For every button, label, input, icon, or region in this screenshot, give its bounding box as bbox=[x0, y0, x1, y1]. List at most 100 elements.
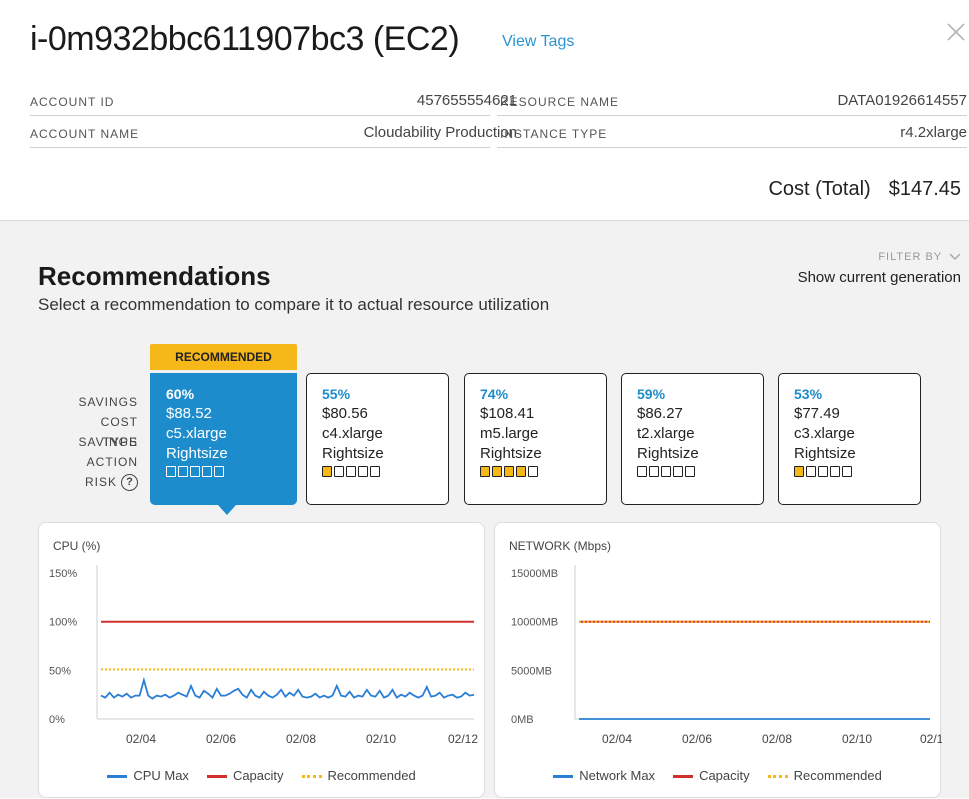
legend-item: Recommended bbox=[767, 768, 882, 783]
legend-item: Network Max bbox=[553, 768, 655, 783]
savings-value: 55% bbox=[322, 386, 351, 402]
cost-savings-value: $86.27 bbox=[637, 405, 683, 422]
risk-box bbox=[346, 466, 356, 477]
y-tick-label: 15000MB bbox=[511, 568, 558, 580]
recommendation-card[interactable]: 60% $88.52 c5.xlarge Rightsize bbox=[150, 373, 297, 505]
x-tick-label: 02/04 bbox=[602, 732, 632, 746]
cpu-chart-legend: CPU Max Capacity Recommended bbox=[39, 768, 484, 783]
risk-box bbox=[673, 466, 683, 477]
risk-box bbox=[166, 466, 176, 477]
row-label-savings: SAVINGS bbox=[78, 395, 138, 409]
y-tick-label: 100% bbox=[49, 617, 77, 629]
x-tick-label: 02/12 bbox=[920, 732, 942, 746]
savings-value: 59% bbox=[637, 386, 666, 402]
y-tick-label: 10000MB bbox=[511, 617, 558, 629]
divider bbox=[497, 147, 967, 148]
risk-box bbox=[202, 466, 212, 477]
instance-type-value: c3.xlarge bbox=[794, 425, 855, 442]
action-value: Rightsize bbox=[794, 445, 856, 462]
instance-type-label: INSTANCE TYPE bbox=[500, 127, 608, 141]
legend-item: Recommended bbox=[301, 768, 416, 783]
cpu-chart-panel: CPU (%) 150% 100% 50% 0% 02/04 02/06 02/08 02/1… bbox=[38, 522, 485, 798]
risk-box bbox=[370, 466, 380, 477]
action-value: Rightsize bbox=[480, 445, 542, 462]
cost-savings-value: $77.49 bbox=[794, 405, 840, 422]
legend-label: Capacity bbox=[232, 768, 284, 783]
resource-title: i-0m932bbc611907bc3 (EC2) bbox=[30, 20, 460, 58]
legend-item: Capacity bbox=[206, 768, 284, 783]
risk-box bbox=[322, 466, 332, 477]
row-labels: SAVINGS COST SAVINGS TYPE ACTION RISK? bbox=[38, 392, 138, 492]
recommendation-card[interactable]: 74% $108.41 m5.large Rightsize bbox=[464, 373, 607, 505]
network-chart-legend: Network Max Capacity Recommended bbox=[495, 768, 940, 783]
legend-swatch bbox=[301, 775, 322, 779]
account-name-label: ACCOUNT NAME bbox=[30, 127, 140, 141]
network-chart-panel: NETWORK (Mbps) 15000MB 10000MB 5000MB 0MB 02… bbox=[494, 522, 942, 798]
close-icon[interactable] bbox=[944, 20, 968, 44]
cost-savings-value: $88.52 bbox=[166, 405, 212, 422]
y-tick-label: 5000MB bbox=[511, 665, 552, 677]
y-tick-label: 50% bbox=[49, 665, 71, 677]
savings-value: 53% bbox=[794, 386, 823, 402]
risk-box bbox=[661, 466, 671, 477]
risk-box bbox=[504, 466, 514, 477]
instance-type-value: c5.xlarge bbox=[166, 425, 227, 442]
divider bbox=[497, 115, 967, 116]
y-tick-label: 0MB bbox=[511, 714, 534, 726]
resource-name-label: RESOURCE NAME bbox=[500, 95, 620, 109]
instance-type-value: m5.large bbox=[480, 425, 539, 442]
risk-box bbox=[637, 466, 647, 477]
risk-meter bbox=[794, 466, 920, 477]
legend-label: Recommended bbox=[327, 768, 416, 783]
risk-box bbox=[190, 466, 200, 477]
action-value: Rightsize bbox=[637, 445, 699, 462]
x-tick-label: 02/08 bbox=[762, 732, 792, 746]
legend-swatch bbox=[767, 775, 788, 779]
legend-item: Capacity bbox=[673, 768, 750, 783]
row-label-cost-savings: COST SAVINGS bbox=[78, 415, 138, 449]
total-cost: Cost (Total) $147.45 bbox=[768, 178, 961, 201]
divider bbox=[30, 147, 490, 148]
view-tags-link[interactable]: View Tags bbox=[502, 33, 574, 51]
x-tick-label: 02/06 bbox=[206, 732, 236, 746]
network-chart: 15000MB 10000MB 5000MB 0MB 02/04 02/06 02/08 02… bbox=[511, 565, 942, 746]
recommendation-card[interactable]: 55% $80.56 c4.xlarge Rightsize bbox=[306, 373, 449, 505]
instance-type-value: t2.xlarge bbox=[637, 425, 695, 442]
x-tick-label: 02/06 bbox=[682, 732, 712, 746]
filter-value[interactable]: Show current generation bbox=[798, 269, 961, 286]
legend-label: Recommended bbox=[793, 768, 882, 783]
x-tick-label: 02/10 bbox=[366, 732, 396, 746]
legend-swatch bbox=[673, 775, 694, 779]
legend-swatch bbox=[107, 775, 128, 779]
instance-type-value: r4.2xlarge bbox=[900, 124, 967, 141]
recommended-badge: RECOMMENDED bbox=[150, 344, 297, 370]
row-label-risk-wrap: RISK? bbox=[38, 472, 138, 492]
help-icon[interactable]: ? bbox=[121, 474, 138, 492]
recommendation-card[interactable]: 59% $86.27 t2.xlarge Rightsize bbox=[621, 373, 764, 505]
filter-by-dropdown[interactable]: FILTER BY bbox=[878, 251, 961, 263]
savings-value: 74% bbox=[480, 386, 509, 402]
risk-meter bbox=[322, 466, 448, 477]
row-label-risk: RISK bbox=[84, 475, 117, 489]
cpu-chart: 150% 100% 50% 0% 02/04 02/06 02/08 02/10 02/12 bbox=[49, 565, 478, 746]
row-label-action: ACTION bbox=[86, 455, 138, 469]
risk-box bbox=[794, 466, 804, 477]
instance-type-value: c4.xlarge bbox=[322, 425, 383, 442]
selected-pointer bbox=[218, 505, 236, 515]
divider bbox=[30, 115, 490, 116]
info-row-2: ACCOUNT NAME Cloudability Production INS… bbox=[30, 118, 967, 148]
risk-meter bbox=[637, 466, 763, 477]
risk-box bbox=[842, 466, 852, 477]
risk-box bbox=[818, 466, 828, 477]
legend-label: Network Max bbox=[579, 768, 656, 783]
risk-box bbox=[178, 466, 188, 477]
x-tick-label: 02/12 bbox=[448, 732, 478, 746]
recommendations-title: Recommendations bbox=[38, 261, 271, 291]
cost-savings-value: $80.56 bbox=[322, 405, 368, 422]
recommendation-card[interactable]: 53% $77.49 c3.xlarge Rightsize bbox=[778, 373, 921, 505]
risk-box bbox=[480, 466, 490, 477]
resource-header: i-0m932bbc611907bc3 (EC2) View Tags ACCO… bbox=[0, 0, 969, 220]
risk-box bbox=[685, 466, 695, 477]
x-tick-label: 02/10 bbox=[842, 732, 872, 746]
risk-box bbox=[649, 466, 659, 477]
